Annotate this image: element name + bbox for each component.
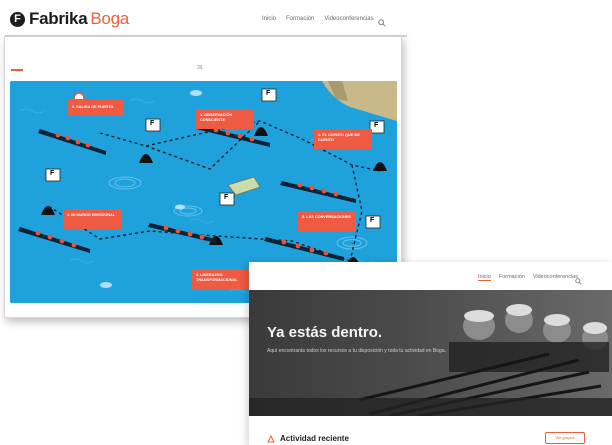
flag-letter: F (374, 122, 379, 129)
breadcrumb-marker (11, 68, 23, 71)
view-groups-button[interactable]: Ver grupos (545, 432, 585, 444)
brand-accent-word: Boga (90, 9, 129, 28)
map-label-4[interactable]: 4. LIDERAZGO TRANSFORMACIONAL (192, 269, 250, 289)
activity-icon (267, 434, 275, 442)
flag-letter: F (50, 170, 55, 177)
breadcrumb: 3/L (11, 65, 204, 72)
nav-inicio[interactable]: Inicio (262, 16, 276, 22)
top-nav: Inicio Formación Videoconferencias (262, 16, 374, 22)
nav-formacion[interactable]: Formación (286, 16, 314, 22)
nav-videoconferencias[interactable]: Videoconferencias (324, 16, 373, 22)
activity-title: Actividad reciente (280, 434, 349, 443)
hero-subtitle: Aquí encontrarás todos los recursos a tu… (267, 348, 446, 354)
flag-letter: F (150, 120, 155, 127)
map-label-2[interactable]: 2. EL CUENTO QUE ME CUENTO (314, 129, 372, 149)
hero-title: Ya estás dentro. (267, 324, 383, 341)
flag-letter: F (266, 90, 271, 97)
dashboard-nav-formacion[interactable]: Formación (499, 274, 525, 281)
dashboard-nav-videoconferencias[interactable]: Videoconferencias (533, 274, 578, 281)
search-icon[interactable] (575, 272, 582, 290)
dashboard-screenshot-card: Inicio Formación Videoconferencias Ya es… (249, 262, 612, 445)
map-label-3[interactable]: 3. MI MUNDO EMOCIONAL (63, 209, 121, 229)
activity-heading: Actividad reciente (267, 434, 349, 443)
dashboard-nav-inicio[interactable]: Inicio (478, 274, 491, 281)
search-icon[interactable] (378, 14, 386, 32)
map-label-1[interactable]: 1. OBSERVACIÓN CONSCIENTE (196, 109, 254, 129)
flag-letter: F (224, 194, 229, 201)
flag-letter: F (370, 217, 375, 224)
map-label-0[interactable]: 0. SALIDA DE PUERTO (68, 99, 124, 115)
map-label-5[interactable]: 5. LAS CONVERSACIONES (298, 211, 356, 231)
brand-mark: F (10, 11, 25, 27)
brand-logo[interactable]: F Fabrika Boga (10, 9, 129, 29)
dashboard-nav: Inicio Formación Videoconferencias (478, 274, 578, 281)
hero-banner: Ya estás dentro. Aquí encontrarás todos … (249, 290, 612, 416)
brand-word: Fabrika (29, 9, 88, 28)
page-number: 3/L (197, 65, 204, 71)
card-top-bar (5, 35, 407, 37)
